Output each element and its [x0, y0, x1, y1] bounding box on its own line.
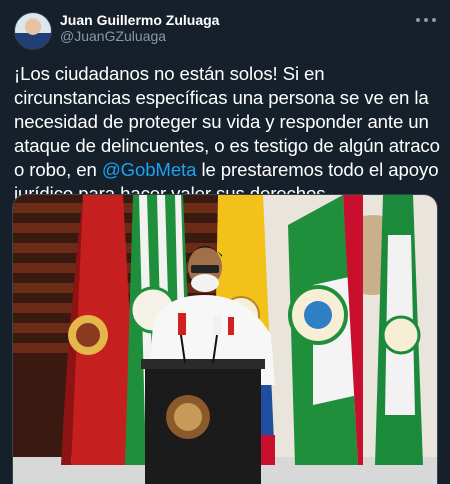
dot: [432, 18, 436, 22]
tweet-header: Juan Guillermo Zuluaga @JuanGZuluaga: [14, 8, 436, 52]
author-handle[interactable]: @JuanGZuluaga: [60, 28, 219, 44]
tweet-card[interactable]: Juan Guillermo Zuluaga @JuanGZuluaga ¡Lo…: [0, 0, 450, 484]
author-display-name[interactable]: Juan Guillermo Zuluaga: [60, 12, 219, 28]
tweet-text: ¡Los ciudadanos no están solos! Si en ci…: [14, 62, 440, 206]
dot: [416, 18, 420, 22]
avatar[interactable]: [14, 12, 52, 50]
photo-icon: [13, 195, 437, 484]
author-info: Juan Guillermo Zuluaga @JuanGZuluaga: [60, 12, 219, 44]
tweet-media-photo[interactable]: [12, 194, 438, 484]
mention-link[interactable]: @GobMeta: [102, 159, 197, 180]
more-options-icon[interactable]: [416, 12, 436, 28]
dot: [424, 18, 428, 22]
